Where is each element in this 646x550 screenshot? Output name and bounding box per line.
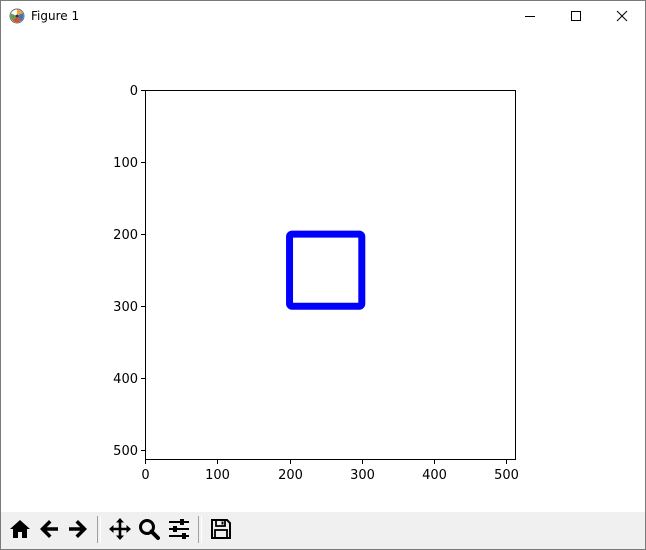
- move-icon: [108, 517, 132, 541]
- matplotlib-logo-icon: [9, 8, 25, 24]
- x-axis-ticks: 0 100 200 300 400 500: [141, 459, 519, 483]
- floppy-disk-icon: [209, 517, 233, 541]
- sliders-icon: [167, 517, 191, 541]
- home-icon: [8, 517, 32, 541]
- x-tick-label: 100: [205, 468, 230, 483]
- y-tick-label: 300: [113, 300, 138, 315]
- figure-canvas[interactable]: 0 100 200 300 400 500 0 100 200 300 400 500: [1, 31, 645, 512]
- y-tick-label: 100: [113, 156, 138, 171]
- toolbar-separator: [97, 516, 101, 543]
- title-bar[interactable]: Figure 1: [1, 1, 645, 31]
- x-tick-label: 200: [278, 468, 303, 483]
- close-button[interactable]: [599, 1, 645, 31]
- configure-subplots-button[interactable]: [165, 515, 193, 543]
- x-tick-label: 500: [494, 468, 519, 483]
- pan-button[interactable]: [106, 515, 134, 543]
- arrow-right-icon: [66, 517, 90, 541]
- y-tick-label: 200: [113, 228, 138, 243]
- zoom-button[interactable]: [135, 515, 163, 543]
- y-axis-ticks: 0 100 200 300 400 500: [113, 84, 146, 459]
- y-tick-label: 400: [113, 372, 138, 387]
- y-tick-label: 0: [130, 84, 138, 99]
- back-button[interactable]: [35, 515, 63, 543]
- forward-button[interactable]: [64, 515, 92, 543]
- x-tick-label: 0: [141, 468, 149, 483]
- plot-svg: 0 100 200 300 400 500 0 100 200 300 400 500: [113, 84, 519, 483]
- x-tick-label: 400: [422, 468, 447, 483]
- x-tick-label: 300: [350, 468, 375, 483]
- arrow-left-icon: [37, 517, 61, 541]
- window-title: Figure 1: [31, 9, 80, 23]
- minimize-button[interactable]: [507, 1, 553, 31]
- maximize-icon: [570, 10, 582, 22]
- home-button[interactable]: [6, 515, 34, 543]
- close-icon: [616, 10, 628, 22]
- maximize-button[interactable]: [553, 1, 599, 31]
- minimize-icon: [524, 10, 536, 22]
- navigation-toolbar: [1, 512, 645, 549]
- toolbar-separator: [198, 516, 202, 543]
- y-tick-label: 500: [113, 444, 138, 459]
- figure-window: Figure 1 0 100 200 300 400 500 0 100 200…: [0, 0, 646, 550]
- save-button[interactable]: [207, 515, 235, 543]
- axes-frame: [145, 90, 516, 460]
- magnifier-icon: [137, 517, 161, 541]
